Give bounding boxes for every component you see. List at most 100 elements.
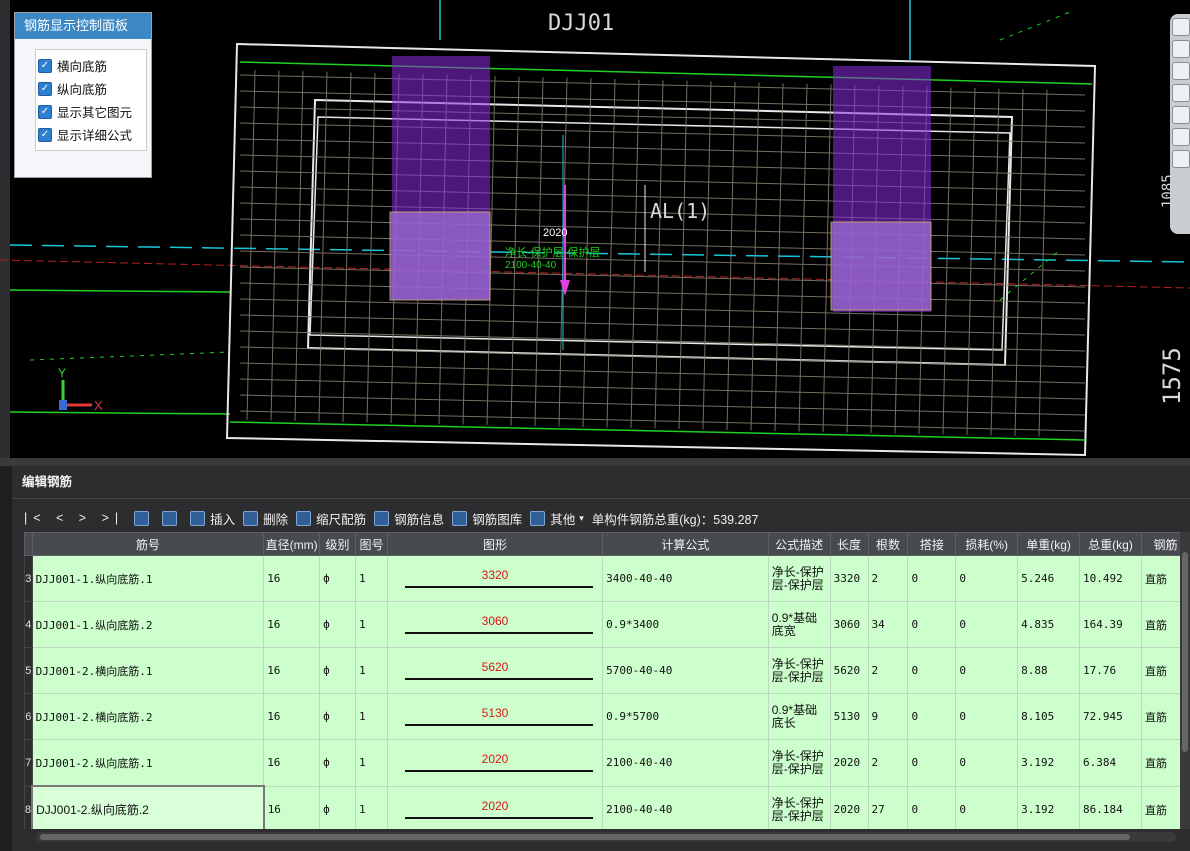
grade-cell[interactable]: ф xyxy=(319,601,356,648)
column-header[interactable]: 筋号 xyxy=(31,532,265,556)
grade-cell[interactable]: ф xyxy=(319,693,356,740)
total-cell[interactable]: 6.384 xyxy=(1079,739,1142,787)
row-number[interactable]: 3 xyxy=(24,555,33,602)
dia-cell[interactable]: 16 xyxy=(263,693,321,740)
count-cell[interactable]: 2 xyxy=(867,555,909,602)
loss-cell[interactable]: 0 xyxy=(955,601,1019,648)
cad-viewport[interactable]: DJJ01 AL(1) 2020 净长-保护层-保护层 2100-40-40 1… xyxy=(0,0,1190,458)
row-number[interactable]: 6 xyxy=(24,693,33,740)
count-cell[interactable]: 34 xyxy=(867,601,909,648)
move-up-button[interactable] xyxy=(134,510,154,526)
insert-button[interactable]: 插入 xyxy=(190,509,235,528)
front-view-icon[interactable] xyxy=(1172,84,1190,102)
fig-cell[interactable]: 1 xyxy=(354,647,388,694)
total-cell[interactable]: 17.76 xyxy=(1079,647,1142,694)
total-cell[interactable]: 72.945 xyxy=(1079,693,1142,740)
formula-cell[interactable]: 3400-40-40 xyxy=(602,555,769,602)
column-header[interactable]: 图号 xyxy=(354,532,388,556)
pan-icon[interactable] xyxy=(1172,40,1190,58)
count-cell[interactable]: 9 xyxy=(867,693,909,740)
lap-cell[interactable]: 0 xyxy=(907,693,957,740)
row-number[interactable]: 4 xyxy=(24,601,33,648)
lap-cell[interactable]: 0 xyxy=(907,739,957,787)
formula-cell[interactable]: 0.9*5700 xyxy=(602,693,769,740)
screen-icon[interactable] xyxy=(1172,150,1190,168)
rebar-info-button[interactable]: 钢筋信息 xyxy=(374,509,444,528)
fig-cell[interactable]: 1 xyxy=(354,555,388,602)
formula-cell[interactable]: 5700-40-40 xyxy=(602,647,769,694)
grade-cell[interactable]: ф xyxy=(319,785,356,829)
cad-drawing[interactable]: DJJ01 AL(1) 2020 净长-保护层-保护层 2100-40-40 1… xyxy=(0,0,1190,458)
scale-rebar-button[interactable]: 缩尺配筋 xyxy=(296,509,366,528)
shape-cell[interactable]: 3060 xyxy=(386,601,604,648)
checkbox-checked-icon[interactable]: ✓ xyxy=(38,58,52,73)
shape-cell[interactable]: 5620 xyxy=(386,647,604,694)
table-row[interactable]: 8 DJJ001-2.纵向底筋.2 16 ф 1 2020 2100-40-40 净长-保护层… xyxy=(24,785,1190,829)
loss-cell[interactable]: 0 xyxy=(955,555,1019,602)
row-number[interactable]: 5 xyxy=(24,647,33,694)
rebar-table-container[interactable]: 筋号 直径(mm) 级别 图号 图形 计算公式 公式描述 长度 根数 搭接 损耗(%) 单重(kg) 总… xyxy=(24,532,1190,829)
grade-cell[interactable]: ф xyxy=(319,555,356,602)
name-cell[interactable]: DJJ001-1.纵向底筋.2 xyxy=(31,601,265,648)
lap-cell[interactable]: 0 xyxy=(907,647,957,694)
shape-cell[interactable]: 3320 xyxy=(386,555,604,602)
table-row[interactable]: 6 DJJ001-2.横向底筋.2 16 ф 1 5130 0.9*5700 0.9*基础底长… xyxy=(24,693,1190,740)
shape-cell[interactable]: 5130 xyxy=(386,693,604,740)
name-cell[interactable]: DJJ001-2.纵向底筋.2 xyxy=(31,785,265,829)
desc-cell[interactable]: 净长-保护层-保护层 xyxy=(767,739,831,787)
desc-cell[interactable]: 净长-保护层-保护层 xyxy=(767,785,831,829)
delete-button[interactable]: 删除 xyxy=(243,509,288,528)
zoom-icon[interactable] xyxy=(1172,106,1190,124)
column-header[interactable]: 总重(kg) xyxy=(1079,532,1142,556)
grade-cell[interactable]: ф xyxy=(319,647,356,694)
dia-cell[interactable]: 16 xyxy=(263,647,321,694)
dia-cell[interactable]: 16 xyxy=(263,555,321,602)
loss-cell[interactable]: 0 xyxy=(955,785,1019,829)
option-horizontal-bottom-bar[interactable]: ✓ 横向底筋 xyxy=(38,54,146,77)
loss-cell[interactable]: 0 xyxy=(955,693,1019,740)
desc-cell[interactable]: 0.9*基础底长 xyxy=(767,693,831,740)
total-cell[interactable]: 86.184 xyxy=(1079,785,1142,829)
record-navigation[interactable]: |< < > >| xyxy=(24,511,124,525)
checkbox-checked-icon[interactable]: ✓ xyxy=(38,81,52,96)
column-header[interactable]: 直径(mm) xyxy=(263,532,321,556)
column-header[interactable]: 公式描述 xyxy=(767,532,831,556)
len-cell[interactable]: 3320 xyxy=(829,555,869,602)
vertical-scrollbar[interactable] xyxy=(1180,532,1190,829)
desc-cell[interactable]: 0.9*基础底宽 xyxy=(767,601,831,648)
shape-cell[interactable]: 2020 xyxy=(386,739,604,787)
row-number[interactable]: 8 xyxy=(24,785,33,829)
unit-cell[interactable]: 5.246 xyxy=(1017,555,1081,602)
len-cell[interactable]: 3060 xyxy=(829,601,869,648)
column-header[interactable]: 长度 xyxy=(829,532,869,556)
loss-cell[interactable]: 0 xyxy=(955,647,1019,694)
count-cell[interactable]: 2 xyxy=(867,647,909,694)
column-header[interactable]: 计算公式 xyxy=(602,532,769,556)
vertical-scroll-thumb[interactable] xyxy=(1182,552,1188,752)
unit-cell[interactable]: 4.835 xyxy=(1017,601,1081,648)
lap-cell[interactable]: 0 xyxy=(907,601,957,648)
lap-cell[interactable]: 0 xyxy=(907,785,957,829)
panel-splitter[interactable] xyxy=(0,458,1190,466)
desc-cell[interactable]: 净长-保护层-保护层 xyxy=(767,555,831,602)
len-cell[interactable]: 2020 xyxy=(829,739,869,787)
column-header[interactable]: 图形 xyxy=(386,532,604,556)
unit-cell[interactable]: 3.192 xyxy=(1017,739,1081,787)
formula-cell[interactable]: 2100-40-40 xyxy=(602,739,769,787)
table-row[interactable]: 7 DJJ001-2.纵向底筋.1 16 ф 1 2020 2100-40-40 净长-保护层… xyxy=(24,739,1190,787)
horizontal-scrollbar[interactable] xyxy=(36,832,1176,842)
column-header[interactable]: 搭接 xyxy=(907,532,957,556)
dia-cell[interactable]: 16 xyxy=(263,601,321,648)
option-vertical-bottom-bar[interactable]: ✓ 纵向底筋 xyxy=(38,77,146,100)
lap-cell[interactable]: 0 xyxy=(907,555,957,602)
formula-cell[interactable]: 0.9*3400 xyxy=(602,601,769,648)
name-cell[interactable]: DJJ001-2.横向底筋.2 xyxy=(31,693,265,740)
len-cell[interactable]: 5130 xyxy=(829,693,869,740)
fig-cell[interactable]: 1 xyxy=(354,601,388,648)
dia-cell[interactable]: 16 xyxy=(263,739,321,787)
checkbox-checked-icon[interactable]: ✓ xyxy=(38,127,52,142)
loss-cell[interactable]: 0 xyxy=(955,739,1019,787)
total-cell[interactable]: 164.39 xyxy=(1079,601,1142,648)
option-show-detail-formula[interactable]: ✓ 显示详细公式 xyxy=(38,123,146,146)
fig-cell[interactable]: 1 xyxy=(354,693,388,740)
